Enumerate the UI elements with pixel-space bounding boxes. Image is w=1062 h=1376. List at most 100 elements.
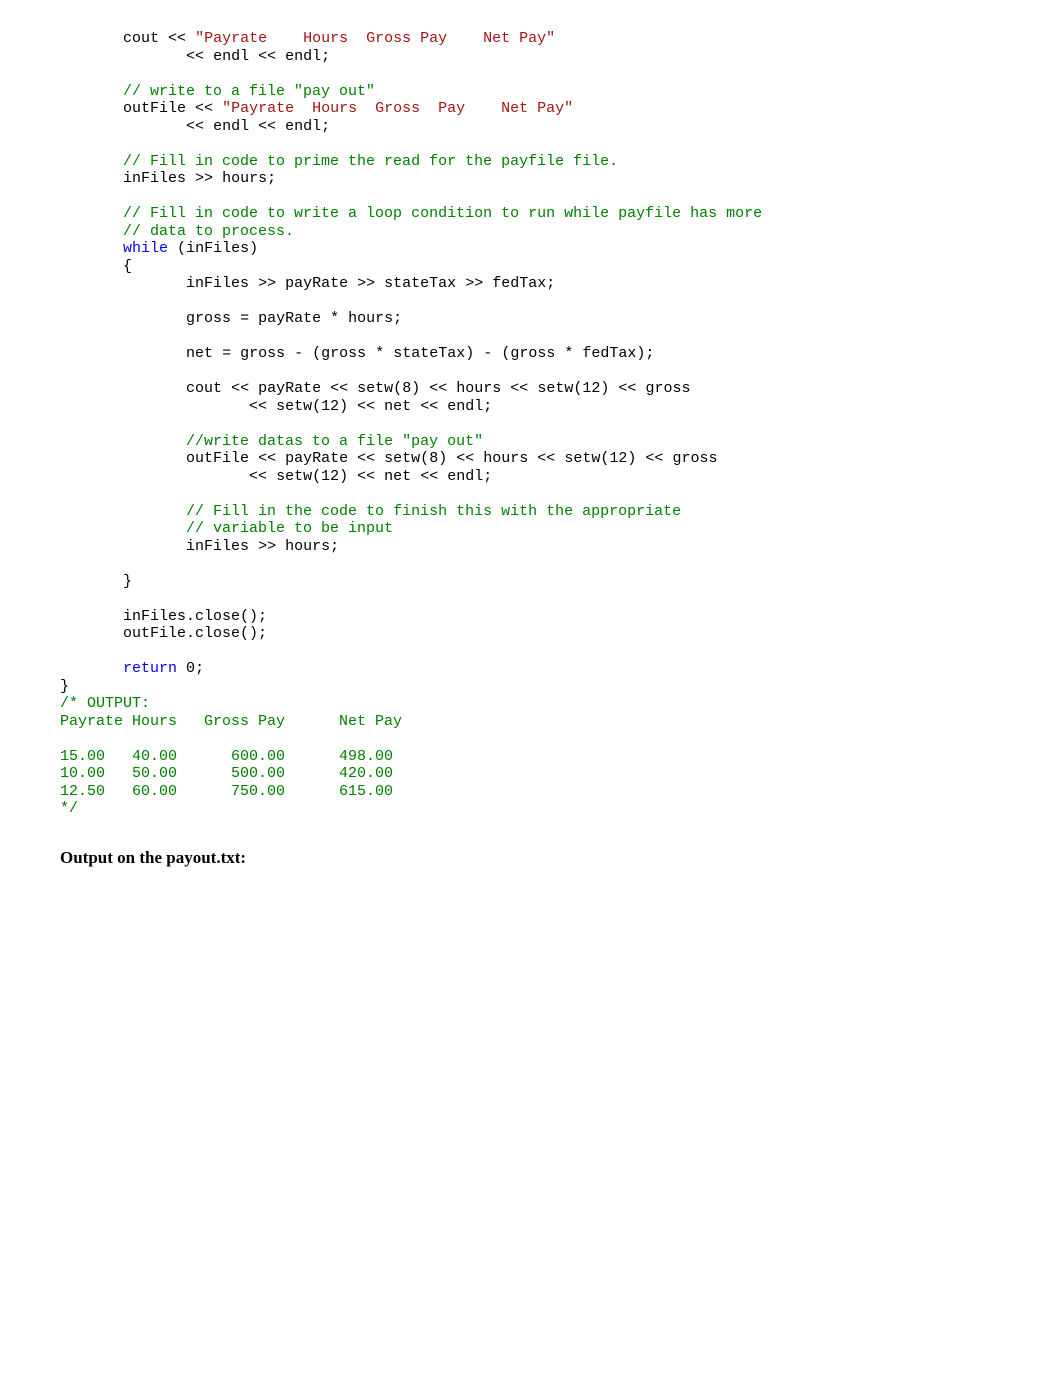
comment: //write datas to a file "pay out" — [186, 433, 483, 450]
paren: ) — [339, 398, 348, 415]
output-comment-header: /* OUTPUT: — [60, 695, 150, 712]
keyword-return: return — [123, 660, 177, 677]
brace-close: } — [123, 573, 132, 590]
paren: ( — [393, 380, 402, 397]
operator: << — [330, 380, 348, 397]
identifier-setw: setw — [384, 450, 420, 467]
identifier-fedtax: fedTax — [492, 275, 546, 292]
paren: ( — [177, 240, 186, 257]
identifier-gross: gross — [645, 380, 690, 397]
operator: * — [375, 345, 384, 362]
identifier-hours: hours — [483, 450, 528, 467]
identifier-cout: cout — [123, 30, 159, 47]
operator: << — [357, 398, 375, 415]
paren: ) — [411, 380, 420, 397]
method-call: .close(); — [186, 625, 267, 642]
identifier-infiles: inFiles — [186, 240, 249, 257]
heading-output-payout: Output on the payout.txt: — [60, 848, 1002, 868]
semicolon: ; — [330, 538, 339, 555]
operator: << — [357, 468, 375, 485]
identifier-gross: gross — [672, 450, 717, 467]
identifier-payrate: payRate — [285, 450, 348, 467]
output-comment-line: Payrate Hours Gross Pay Net Pay — [60, 713, 402, 730]
semicolon: ; — [393, 310, 402, 327]
semicolon: ; — [483, 468, 492, 485]
semicolon: ; — [321, 118, 330, 135]
operator: << — [420, 468, 438, 485]
keyword-while: while — [123, 240, 168, 257]
operator: << — [645, 450, 663, 467]
operator: * — [564, 345, 573, 362]
operator: >> — [258, 538, 276, 555]
paren: ( — [573, 380, 582, 397]
identifier-net: net — [384, 468, 411, 485]
identifier-setw: setw — [537, 380, 573, 397]
paren: ) — [339, 468, 348, 485]
paren: ( — [312, 468, 321, 485]
output-comment-end: */ — [60, 800, 78, 817]
output-comment-line: 10.00 50.00 500.00 420.00 — [60, 765, 393, 782]
identifier-endl: endl — [285, 48, 321, 65]
paren: ( — [600, 450, 609, 467]
paren: ) — [465, 345, 474, 362]
operator: << — [186, 118, 204, 135]
identifier-payrate: payRate — [285, 275, 348, 292]
paren: ( — [420, 450, 429, 467]
operator: << — [231, 380, 249, 397]
operator: << — [186, 48, 204, 65]
operator: << — [357, 450, 375, 467]
page: cout << "Payrate Hours Gross Pay Net Pay… — [0, 0, 1062, 1376]
method-call: .close(); — [186, 608, 267, 625]
string-literal: "Payrate Hours Gross Pay Net Pay" — [195, 30, 555, 47]
operator: << — [168, 30, 186, 47]
identifier-setw: setw — [276, 468, 312, 485]
operator: << — [249, 398, 267, 415]
operator: << — [429, 380, 447, 397]
operator: << — [249, 468, 267, 485]
identifier-endl: endl — [213, 48, 249, 65]
operator: >> — [258, 275, 276, 292]
identifier-statetax: stateTax — [393, 345, 465, 362]
identifier-gross: gross — [240, 345, 285, 362]
paren: ) — [249, 240, 258, 257]
identifier-hours: hours — [348, 310, 393, 327]
identifier-setw: setw — [564, 450, 600, 467]
operator: << — [420, 398, 438, 415]
number: 12 — [321, 468, 339, 485]
operator: << — [456, 450, 474, 467]
output-comment-line: 12.50 60.00 750.00 615.00 — [60, 783, 393, 800]
identifier-endl: endl — [447, 398, 483, 415]
identifier-gross: gross — [510, 345, 555, 362]
identifier-hours: hours — [456, 380, 501, 397]
identifier-net: net — [186, 345, 213, 362]
identifier-payrate: payRate — [258, 310, 321, 327]
identifier-setw: setw — [276, 398, 312, 415]
identifier-cout: cout — [186, 380, 222, 397]
comment: // variable to be input — [186, 520, 393, 537]
identifier-fedtax: fedTax — [582, 345, 636, 362]
identifier-infiles: inFiles — [123, 170, 186, 187]
identifier-setw: setw — [357, 380, 393, 397]
identifier-payrate: payRate — [258, 380, 321, 397]
operator: - — [294, 345, 303, 362]
output-comment-line: 15.00 40.00 600.00 498.00 — [60, 748, 393, 765]
semicolon: ; — [546, 275, 555, 292]
number: 8 — [402, 380, 411, 397]
operator: * — [330, 310, 339, 327]
paren: ) — [627, 450, 636, 467]
operator: << — [537, 450, 555, 467]
identifier-infiles: inFiles — [186, 275, 249, 292]
comment: // Fill in code to prime the read for th… — [123, 153, 618, 170]
operator: << — [195, 100, 213, 117]
identifier-hours: hours — [285, 538, 330, 555]
code-block: cout << "Payrate Hours Gross Pay Net Pay… — [60, 30, 1002, 818]
brace-open: { — [123, 258, 132, 275]
identifier-infiles: inFiles — [186, 538, 249, 555]
number: 12 — [582, 380, 600, 397]
paren: ) — [600, 380, 609, 397]
identifier-endl: endl — [285, 118, 321, 135]
comment: // Fill in the code to finish this with … — [186, 503, 681, 520]
number: 8 — [429, 450, 438, 467]
brace-close: } — [60, 678, 69, 695]
operator: << — [258, 118, 276, 135]
